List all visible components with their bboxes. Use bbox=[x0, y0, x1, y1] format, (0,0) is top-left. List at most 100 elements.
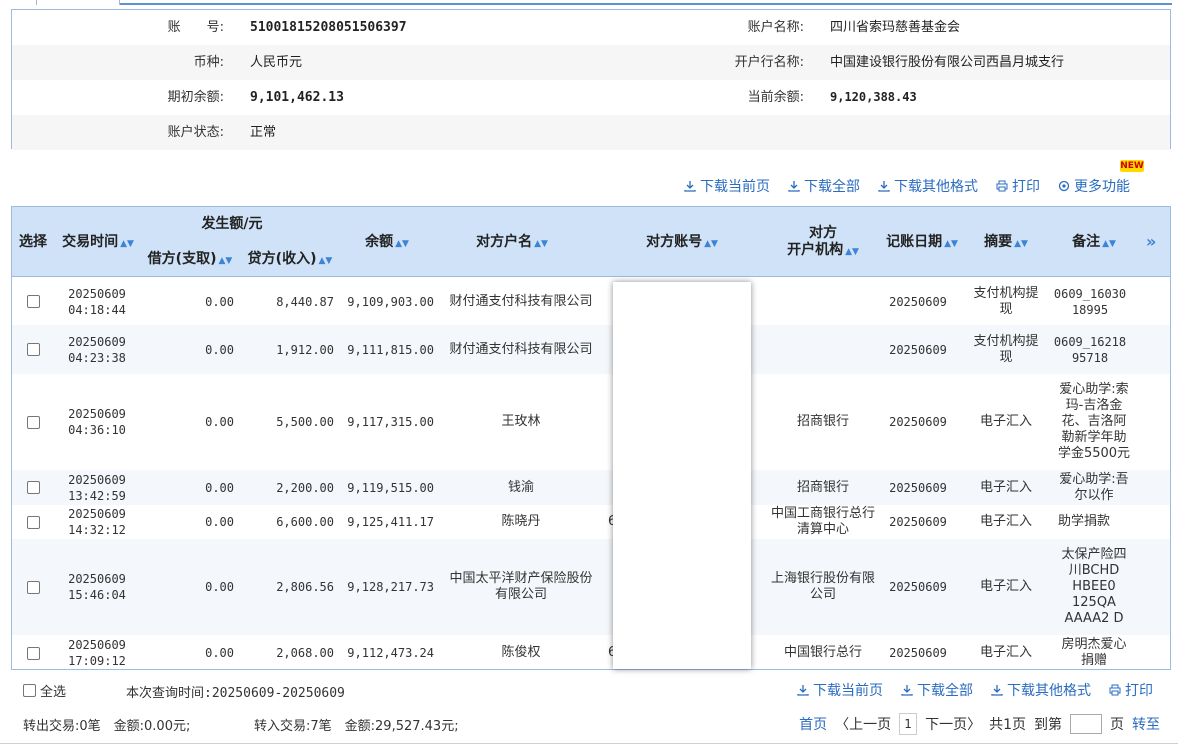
table-row[interactable]: 20250609 04:36:10 0.00 5,500.00 9,117,315… bbox=[12, 374, 1170, 470]
account-name-value: 四川省索玛慈善基金会 bbox=[830, 20, 961, 35]
new-badge: NEW bbox=[1120, 160, 1144, 172]
row-checkbox[interactable] bbox=[26, 343, 40, 356]
current-balance-value: 9,120,388.43 bbox=[830, 90, 917, 104]
table-row[interactable]: 20250609 13:42:59 0.00 2,200.00 9,119,515… bbox=[12, 470, 1170, 505]
transaction-date: 20250609 bbox=[68, 507, 126, 521]
download-icon bbox=[901, 685, 913, 696]
debit-amount: 0.00 bbox=[205, 580, 234, 594]
transaction-date: 20250609 bbox=[68, 286, 126, 301]
query-time: 本次查询时间:20250609-20250609 bbox=[126, 686, 345, 701]
note: 爱心助学:索玛-吉洛金花、吉洛阿勒新学年助学金5500元 bbox=[1057, 382, 1131, 461]
header-book-date[interactable]: 记账日期 ▲▼ bbox=[880, 234, 964, 253]
header-counterparty-name[interactable]: 对方户名 ▲▼ bbox=[467, 234, 557, 253]
credit-amount: 5,500.00 bbox=[276, 415, 334, 429]
page-unit-label: 页 bbox=[1110, 717, 1124, 733]
transaction-date: 20250609 bbox=[68, 572, 126, 586]
bank-name-label: 开户行名称: bbox=[734, 55, 804, 70]
header-select: 选择 bbox=[19, 234, 47, 250]
prev-page-link[interactable]: 〈上一页 bbox=[835, 714, 891, 734]
download-page-button[interactable]: 下载当前页 bbox=[684, 176, 770, 196]
row-checkbox[interactable] bbox=[26, 580, 40, 594]
download-all-button[interactable]: 下载全部 bbox=[901, 680, 973, 700]
tab-underline bbox=[120, 3, 1172, 5]
top-tab-strip bbox=[0, 0, 1178, 5]
summary: 电子汇入 bbox=[979, 645, 1032, 660]
sort-icon: ▲▼ bbox=[944, 239, 958, 249]
sort-icon: ▲▼ bbox=[534, 239, 548, 249]
download-all-button[interactable]: 下载全部 bbox=[788, 176, 860, 196]
next-page-link[interactable]: 下一页〉 bbox=[925, 714, 981, 734]
counterparty-bank: 招商银行 bbox=[796, 479, 849, 495]
goto-button[interactable]: 转至 bbox=[1132, 714, 1160, 734]
header-counterparty-account[interactable]: 对方账号 ▲▼ bbox=[637, 234, 727, 253]
header-time[interactable]: 交易时间 ▲▼ bbox=[58, 234, 138, 253]
note: 房明杰爱心捐赠 bbox=[1061, 637, 1127, 668]
select-all-control[interactable]: 全选 bbox=[23, 681, 66, 700]
row-checkbox[interactable] bbox=[26, 515, 40, 529]
outgoing-summary: 转出交易:0笔 金额:0.00元; bbox=[23, 719, 191, 734]
download-icon bbox=[878, 181, 890, 192]
table-row[interactable]: 20250609 04:18:44 0.00 8,440.87 9,109,903… bbox=[12, 278, 1170, 325]
transaction-date: 20250609 bbox=[68, 407, 126, 421]
header-debit[interactable]: 借方(支取) ▲▼ bbox=[142, 251, 238, 270]
table-row[interactable]: 20250609 04:23:38 0.00 1,912.00 9,111,815… bbox=[12, 325, 1170, 374]
printer-icon bbox=[996, 180, 1008, 192]
print-button[interactable]: 打印 bbox=[1109, 680, 1153, 700]
row-checkbox[interactable] bbox=[26, 481, 40, 494]
goto-page-input[interactable] bbox=[1070, 714, 1102, 734]
balance-amount: 9,117,315.00 bbox=[347, 415, 434, 429]
row-checkbox[interactable] bbox=[26, 646, 40, 660]
header-counterparty-bank[interactable]: 对方 开户机构 ▲▼ bbox=[778, 225, 868, 261]
row-checkbox[interactable] bbox=[26, 415, 40, 429]
debit-amount: 0.00 bbox=[205, 646, 234, 660]
current-balance-label: 当前余额: bbox=[747, 90, 804, 105]
note: 0609_16218 95718 bbox=[1053, 334, 1127, 365]
download-icon bbox=[797, 685, 809, 696]
download-other-format-button[interactable]: 下载其他格式 bbox=[878, 176, 978, 196]
download-page-label: 下载当前页 bbox=[700, 179, 770, 195]
book-date: 20250609 bbox=[889, 515, 947, 529]
account-number-value: 51001815208051506397 bbox=[250, 20, 407, 35]
header-note[interactable]: 备注 ▲▼ bbox=[1066, 234, 1122, 253]
table-row[interactable]: 20250609 14:32:12 0.00 6,600.00 9,125,411… bbox=[12, 505, 1170, 539]
print-label: 打印 bbox=[1125, 683, 1153, 699]
info-row-account: 账 号: 51001815208051506397 账户名称: 四川省索玛慈善基… bbox=[12, 10, 1170, 45]
download-all-label: 下载全部 bbox=[804, 179, 860, 195]
transaction-clock: 14:32:12 bbox=[68, 523, 126, 537]
counterparty-name: 财付通支付科技有限公司 bbox=[449, 293, 593, 309]
note: 爱心助学:吾尔以作 bbox=[1059, 471, 1129, 503]
header-summary[interactable]: 摘要 ▲▼ bbox=[978, 234, 1034, 253]
debit-amount: 0.00 bbox=[205, 480, 234, 495]
download-icon bbox=[788, 181, 800, 192]
table-row[interactable]: 20250609 15:46:04 0.00 2,806.56 9,128,217… bbox=[12, 539, 1170, 635]
select-all-checkbox[interactable] bbox=[23, 684, 36, 697]
first-page-link[interactable]: 首页 bbox=[799, 714, 827, 734]
transaction-time: 20250609 04:23:38 bbox=[58, 325, 136, 374]
select-all-label: 全选 bbox=[40, 685, 67, 700]
opening-balance-value: 9,101,462.13 bbox=[250, 90, 344, 105]
download-page-button[interactable]: 下载当前页 bbox=[797, 680, 883, 700]
goto-label: 到第 bbox=[1034, 717, 1062, 733]
header-counterparty-account-label: 对方账号 bbox=[646, 234, 703, 250]
counterparty-bank: 中国银行总行 bbox=[783, 645, 862, 660]
expand-columns-icon[interactable]: » bbox=[1146, 232, 1156, 251]
book-date: 20250609 bbox=[889, 646, 947, 660]
print-button[interactable]: 打印 bbox=[996, 176, 1040, 196]
header-credit[interactable]: 贷方(收入) ▲▼ bbox=[244, 251, 336, 270]
header-balance[interactable]: 余额 ▲▼ bbox=[352, 234, 422, 253]
bottom-divider bbox=[0, 743, 1178, 744]
row-checkbox[interactable] bbox=[26, 295, 40, 308]
download-other-format-button[interactable]: 下载其他格式 bbox=[991, 680, 1091, 700]
credit-amount: 2,200.00 bbox=[276, 480, 334, 495]
opening-balance-label: 期初余额: bbox=[167, 90, 224, 105]
more-functions-button[interactable]: 更多功能 bbox=[1058, 176, 1130, 196]
book-date: 20250609 bbox=[889, 294, 947, 309]
transaction-time: 20250609 04:36:10 bbox=[58, 374, 136, 470]
counterparty-bank: 上海银行股份有限公司 bbox=[770, 571, 875, 602]
transaction-time: 20250609 15:46:04 bbox=[58, 539, 136, 635]
balance-amount: 9,128,217.73 bbox=[347, 580, 434, 594]
header-balance-label: 余额 bbox=[365, 234, 394, 250]
account-info-panel: 账 号: 51001815208051506397 账户名称: 四川省索玛慈善基… bbox=[11, 9, 1171, 150]
sort-icon: ▲▼ bbox=[218, 256, 233, 266]
table-row[interactable]: 20250609 17:09:12 0.00 2,068.00 9,112,473… bbox=[12, 635, 1170, 669]
